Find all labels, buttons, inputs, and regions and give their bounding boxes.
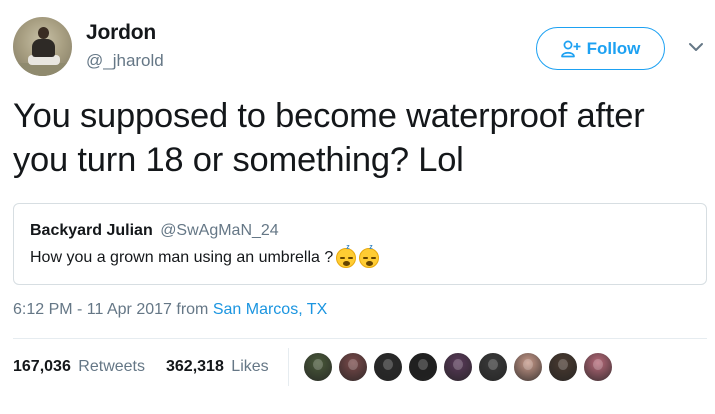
avatar[interactable] [13,17,72,76]
follow-button-label: Follow [586,38,641,58]
liker-avatar-5[interactable] [442,351,474,383]
retweets-count: 167,036 [13,358,71,375]
likes-label: Likes [231,358,269,375]
liker-avatar-3[interactable] [372,351,404,383]
quoted-tweet[interactable]: Backyard Julian @SwAgMaN_24 How you a gr… [13,203,707,285]
liker-avatar-9[interactable] [582,351,614,383]
stats-separator [288,348,289,386]
user-name[interactable]: Jordon [86,21,156,45]
tweet-text: You supposed to become waterproof after … [13,97,645,179]
follow-button[interactable]: Follow [536,27,665,70]
liker-avatar-8[interactable] [547,351,579,383]
liker-avatar-1[interactable] [302,351,334,383]
sleeping-face-icon: z [359,244,380,268]
quoted-tweet-text-row: How you a grown man using an umbrella ? … [30,244,380,268]
timestamp: 6:12 PM - 11 Apr 2017 from San Marcos, T… [13,301,327,319]
likes-count: 362,318 [166,358,224,375]
retweets-label: Retweets [78,358,145,375]
liker-avatar-4[interactable] [407,351,439,383]
sleeping-face-icon: z [336,244,357,268]
likes-stat[interactable]: 362,318 Likes [166,358,269,376]
quoted-tweet-header: Backyard Julian @SwAgMaN_24 [30,222,279,240]
add-user-icon [560,40,581,57]
chevron-down-icon[interactable] [686,39,706,55]
user-handle[interactable]: @_jharold [86,51,164,71]
tweet-card: Jordon @_jharold Follow You supposed to … [0,0,715,414]
liker-avatar-2[interactable] [337,351,369,383]
quoted-user-handle: @SwAgMaN_24 [160,222,279,239]
divider [13,338,707,339]
liker-avatar-6[interactable] [477,351,509,383]
location-link[interactable]: San Marcos, TX [213,301,327,318]
timestamp-time[interactable]: 6:12 PM - 11 Apr 2017 [13,301,172,318]
quoted-user-name: Backyard Julian [30,222,153,239]
retweets-stat[interactable]: 167,036 Retweets [13,358,145,376]
quoted-tweet-text: How you a grown man using an umbrella ? [30,249,334,266]
liker-avatar-7[interactable] [512,351,544,383]
timestamp-from: from [176,301,209,318]
